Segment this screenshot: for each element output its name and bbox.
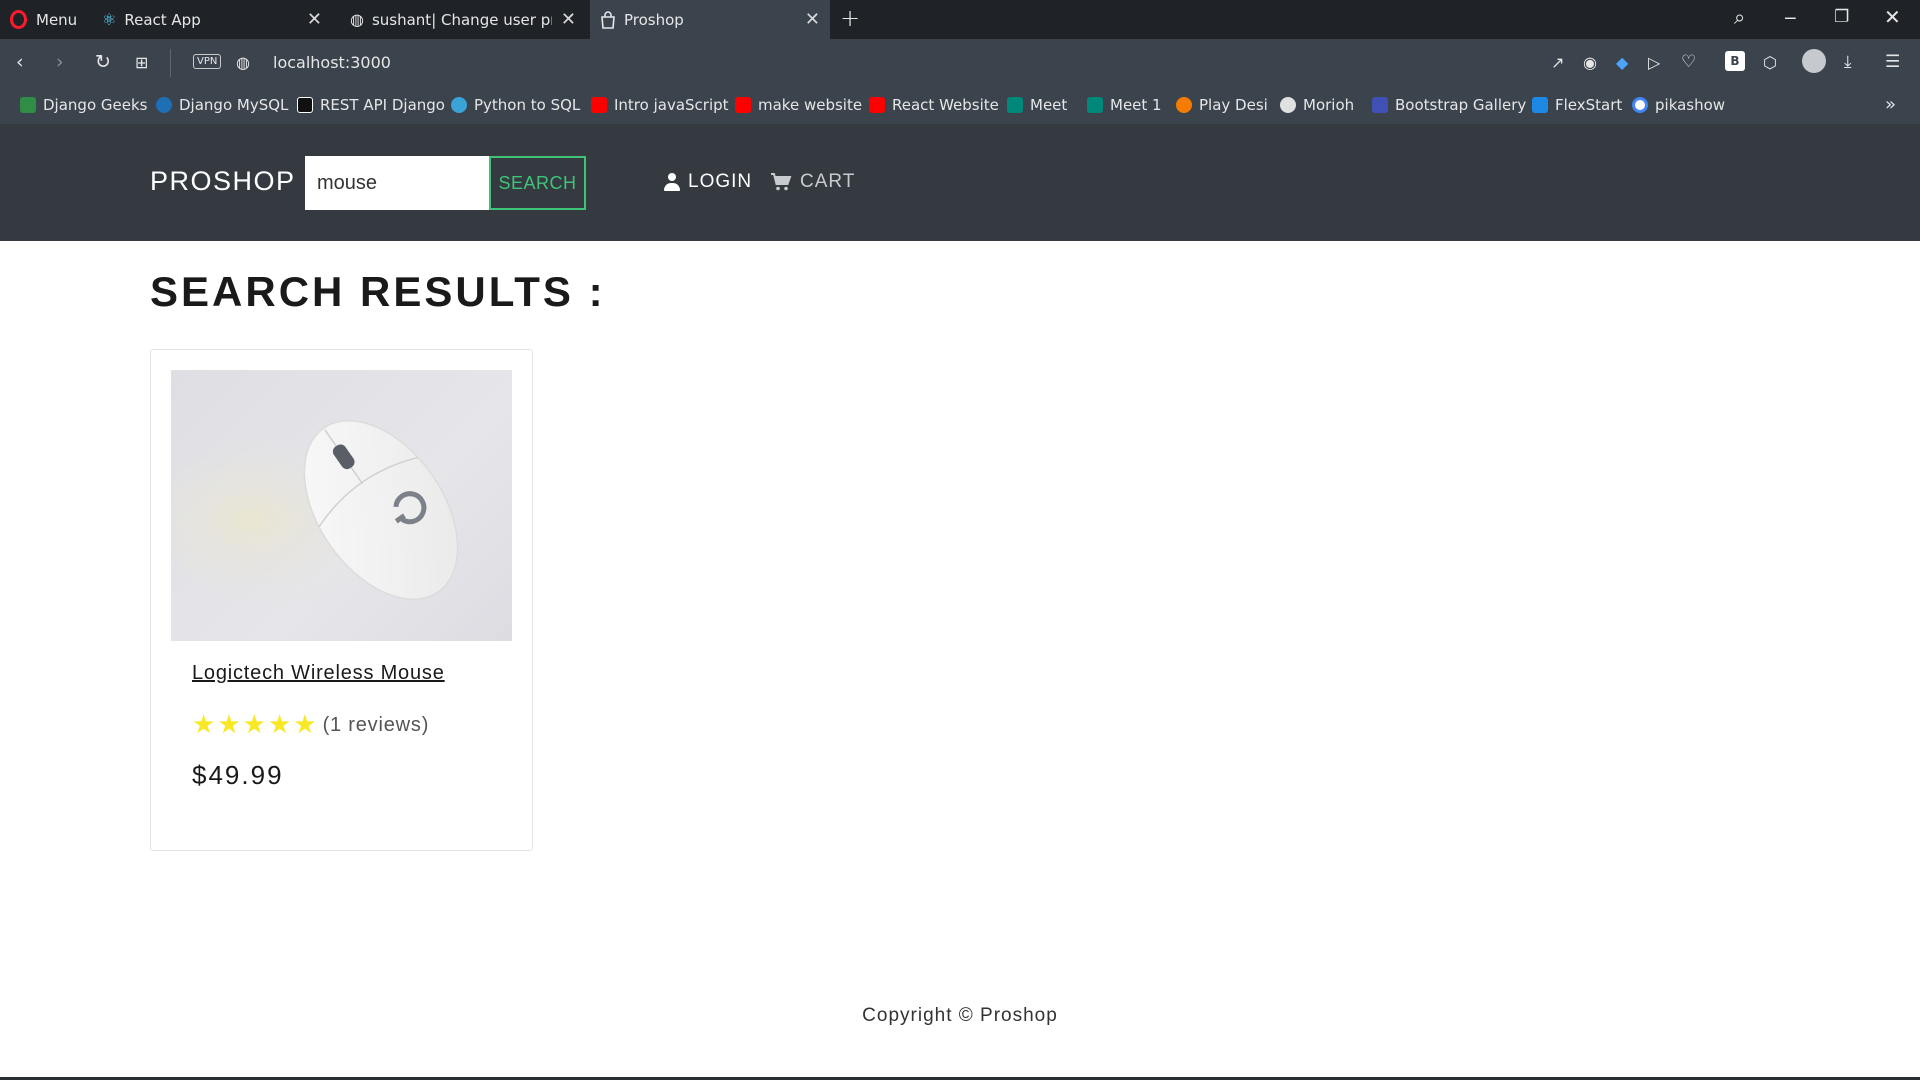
shopping-bag-icon bbox=[601, 10, 615, 29]
product-rating: ★ ★ ★ ★ ★ (1 reviews) bbox=[192, 712, 429, 738]
search-button[interactable]: SEARCH bbox=[489, 156, 586, 210]
bookmark-meet[interactable]: Meet bbox=[1007, 96, 1067, 114]
play-icon bbox=[1176, 97, 1192, 113]
bookmark-icon bbox=[1372, 97, 1388, 113]
bookmark-django-geeks[interactable]: Django Geeks bbox=[20, 96, 147, 114]
vpn-badge[interactable]: VPN bbox=[193, 54, 222, 69]
close-icon[interactable]: ✕ bbox=[307, 9, 322, 30]
new-tab-plus-icon[interactable]: + bbox=[840, 4, 860, 32]
app-navbar: PROSHOP SEARCH LOGIN CART bbox=[0, 124, 1920, 241]
heart-icon[interactable]: ♡ bbox=[1681, 52, 1696, 72]
camera-icon[interactable]: ◉ bbox=[1583, 53, 1597, 72]
product-image[interactable] bbox=[171, 370, 512, 641]
bookmark-icon bbox=[297, 97, 313, 113]
shopping-cart-icon bbox=[771, 173, 792, 191]
google-icon bbox=[1632, 97, 1648, 113]
star-icon: ★ bbox=[192, 710, 216, 740]
meet-icon bbox=[1087, 97, 1103, 113]
login-link[interactable]: LOGIN bbox=[664, 171, 752, 193]
forward-icon[interactable]: › bbox=[56, 51, 64, 73]
youtube-icon bbox=[591, 97, 607, 113]
restore-icon[interactable]: ❐ bbox=[1834, 7, 1849, 27]
download-icon[interactable]: ⤓ bbox=[1844, 52, 1852, 72]
share-icon[interactable]: ↗ bbox=[1551, 53, 1564, 72]
youtube-icon bbox=[869, 97, 885, 113]
extension-b-icon[interactable]: B bbox=[1725, 51, 1745, 71]
tab-label: React App bbox=[124, 10, 201, 29]
menu-label: Menu bbox=[36, 10, 78, 29]
bookmark-react-website[interactable]: React Website bbox=[869, 96, 999, 114]
bookmark-meet-1[interactable]: Meet 1 bbox=[1087, 96, 1162, 114]
reload-icon[interactable]: ↻ bbox=[95, 51, 111, 73]
star-icon: ★ bbox=[267, 710, 292, 740]
minimize-icon[interactable]: ‒ bbox=[1784, 5, 1797, 29]
divider bbox=[170, 49, 171, 77]
bookmark-bootstrap-gallery[interactable]: Bootstrap Gallery bbox=[1372, 96, 1526, 114]
product-card: Logictech Wireless Mouse ★ ★ ★ ★ ★ (1 re… bbox=[150, 349, 533, 851]
bookmark-make-website[interactable]: make website bbox=[735, 96, 862, 114]
tab-label: sushant| Change user profi bbox=[371, 10, 552, 29]
close-icon[interactable]: ✕ bbox=[805, 9, 820, 30]
more-bookmarks-icon[interactable]: » bbox=[1885, 94, 1896, 115]
bookmark-intro-javascript[interactable]: Intro javaScript bbox=[591, 96, 729, 114]
youtube-icon bbox=[735, 97, 751, 113]
footer-copyright: Copyright © Proshop bbox=[862, 1005, 1058, 1026]
bookmark-flexstart[interactable]: FlexStart bbox=[1532, 96, 1622, 114]
bookmarks-bar: Django Geeks Django MySQL REST API Djang… bbox=[0, 87, 1920, 124]
settings-sliders-icon[interactable]: ☰ bbox=[1885, 52, 1900, 72]
send-icon[interactable]: ▷ bbox=[1648, 53, 1660, 72]
tab-label: Proshop bbox=[624, 10, 684, 29]
brand-logo[interactable]: PROSHOP bbox=[150, 166, 296, 197]
back-icon[interactable]: ‹ bbox=[16, 51, 24, 73]
bookmark-morioh[interactable]: Morioh bbox=[1280, 96, 1354, 114]
browser-menu-button[interactable]: Menu bbox=[10, 0, 77, 39]
user-icon bbox=[664, 173, 680, 191]
cart-label: CART bbox=[800, 171, 856, 192]
search-input[interactable] bbox=[305, 156, 489, 210]
product-price: $49.99 bbox=[192, 760, 284, 790]
opera-logo-icon bbox=[10, 10, 27, 29]
bookmark-rest-api-django[interactable]: REST API Django bbox=[297, 96, 445, 114]
tab-change-user-profile[interactable]: ◍ sushant| Change user profi ✕ bbox=[340, 0, 586, 39]
bookmark-icon bbox=[1532, 97, 1548, 113]
shield-icon[interactable]: ◆ bbox=[1616, 53, 1628, 72]
site-info-icon[interactable]: ◍ bbox=[236, 53, 250, 72]
mouse-product-photo bbox=[171, 419, 459, 605]
bookmark-icon bbox=[20, 97, 36, 113]
close-icon[interactable]: ✕ bbox=[561, 9, 576, 30]
meet-icon bbox=[1007, 97, 1023, 113]
star-icon: ★ bbox=[242, 710, 266, 740]
review-count: (1 reviews) bbox=[322, 713, 430, 736]
browser-tab-bar: Menu ⚛ React App ✕ ◍ sushant| Change use… bbox=[0, 0, 1920, 39]
product-title-link[interactable]: Logictech Wireless Mouse bbox=[192, 662, 445, 685]
login-label: LOGIN bbox=[688, 171, 753, 192]
tab-react-app[interactable]: ⚛ React App ✕ bbox=[92, 0, 332, 39]
star-icon: ★ bbox=[293, 710, 317, 740]
bookmark-python-to-sql[interactable]: Python to SQL bbox=[451, 96, 580, 114]
search-tabs-icon[interactable]: ⌕ bbox=[1734, 5, 1745, 29]
close-window-icon[interactable]: ✕ bbox=[1884, 5, 1901, 29]
bookmark-play-desi[interactable]: Play Desi bbox=[1176, 96, 1268, 114]
avatar[interactable] bbox=[1802, 49, 1826, 73]
bookmark-icon bbox=[1280, 97, 1296, 113]
globe-icon: ◍ bbox=[350, 10, 364, 29]
cart-link[interactable]: CART bbox=[770, 171, 855, 193]
bookmark-django-mysql[interactable]: Django MySQL bbox=[156, 96, 288, 114]
cube-icon[interactable]: ⬡ bbox=[1763, 53, 1777, 72]
star-icon: ★ bbox=[217, 710, 241, 740]
speed-dial-icon[interactable]: ⊞ bbox=[135, 53, 148, 72]
page-title: SEARCH RESULTS : bbox=[150, 268, 606, 315]
url-field[interactable]: localhost:3000 bbox=[273, 53, 391, 72]
tab-proshop[interactable]: Proshop ✕ bbox=[590, 0, 830, 39]
address-bar: ‹ › ↻ ⊞ VPN ◍ localhost:3000 ↗ ◉ ◆ ▷ ♡ B… bbox=[0, 39, 1920, 87]
bookmark-icon bbox=[156, 97, 172, 113]
bookmark-icon bbox=[451, 97, 467, 113]
react-icon: ⚛ bbox=[102, 10, 117, 29]
bookmark-pikashow[interactable]: pikashow bbox=[1632, 96, 1725, 114]
